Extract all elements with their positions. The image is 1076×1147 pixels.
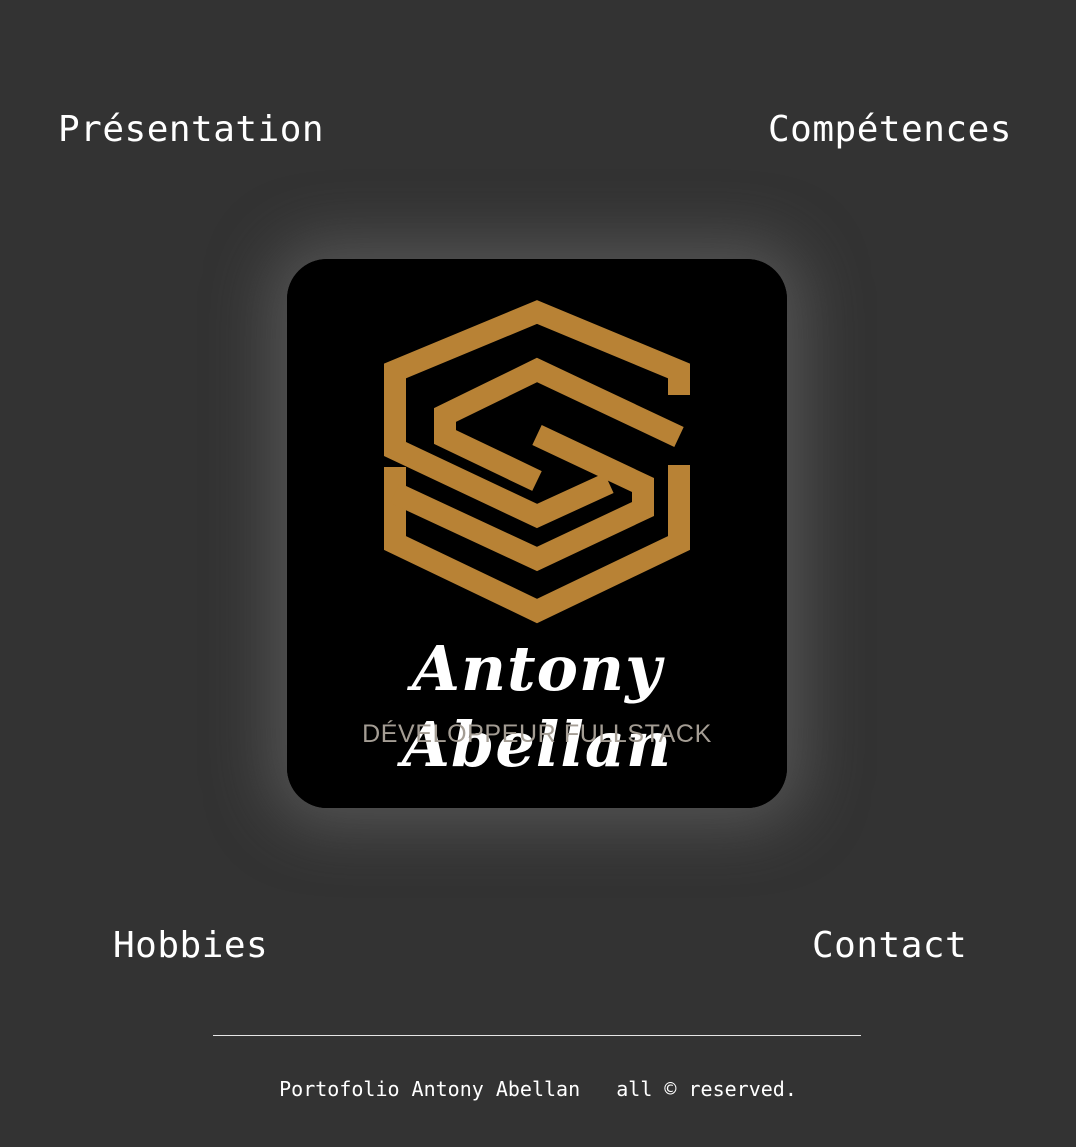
nav-link-hobbies[interactable]: Hobbies <box>113 926 268 966</box>
nav-link-presentation[interactable]: Présentation <box>58 110 324 150</box>
footer-copyright: Portofolio Antony Abellan all © reserved… <box>279 1077 797 1101</box>
logo-name: Antony Abellan <box>401 632 673 781</box>
logo-card: Antony Abellan DÉVELOPPEUR FULLSTACK <box>287 259 787 808</box>
logo-subtitle: DÉVELOPPEUR FULLSTACK <box>362 720 712 748</box>
nav-link-competences[interactable]: Compétences <box>768 110 1012 150</box>
nav-link-contact[interactable]: Contact <box>812 926 967 966</box>
footer-divider <box>213 1035 861 1036</box>
